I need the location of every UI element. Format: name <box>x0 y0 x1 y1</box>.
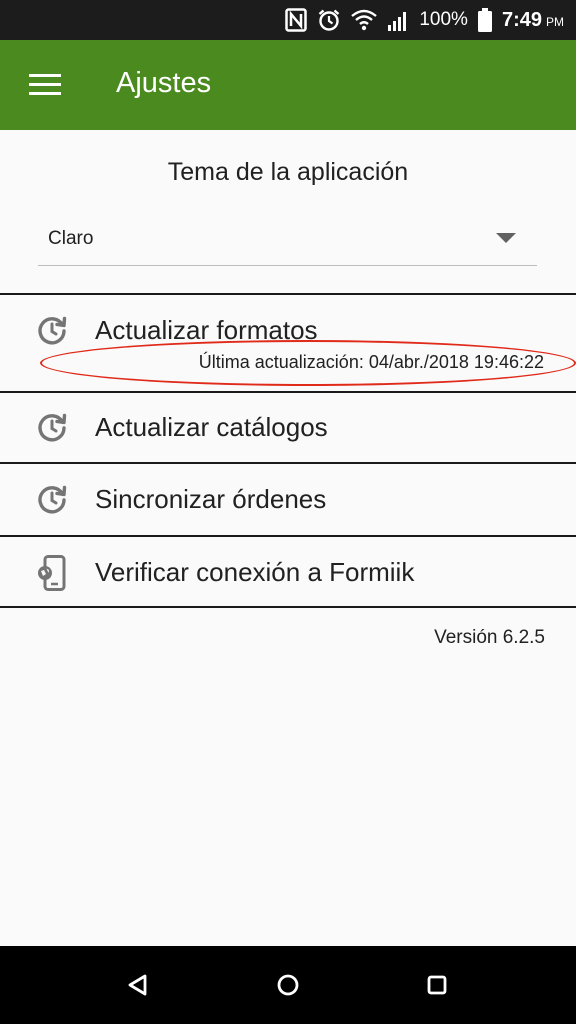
dropdown-arrow-icon <box>496 233 516 243</box>
page-title: Ajustes <box>116 67 212 99</box>
settings-item-sync-orders[interactable]: Sincronizar órdenes <box>0 464 576 535</box>
update-history-icon <box>36 315 68 347</box>
clock: 7:49 PM <box>502 9 564 32</box>
theme-section-title: Tema de la aplicación <box>167 158 409 186</box>
clock-time: 7:49 <box>501 8 542 31</box>
nfc-icon <box>285 8 308 32</box>
battery-percent: 100% <box>419 9 468 30</box>
home-icon[interactable] <box>271 968 305 1002</box>
settings-item-verify-connection[interactable]: Verificar conexión a Formiik <box>0 537 576 606</box>
last-update-timestamp: Última actualización: 04/abr./2018 19:46… <box>198 352 544 372</box>
settings-item-update-formats[interactable]: Actualizar formatos Última actualización… <box>0 295 576 391</box>
theme-dropdown[interactable]: Claro <box>38 214 537 266</box>
settings-item-update-catalogs[interactable]: Actualizar catálogos <box>0 393 576 462</box>
settings-item-label: Actualizar catálogos <box>95 412 328 442</box>
divider <box>0 606 576 608</box>
alarm-icon <box>317 8 341 32</box>
wifi-icon <box>351 8 378 32</box>
signal-icon <box>387 8 409 32</box>
theme-selected-value: Claro <box>48 228 94 249</box>
app-version: Versión 6.2.5 <box>434 627 545 648</box>
recents-icon[interactable] <box>420 968 454 1002</box>
status-bar: 100% 7:49 PM <box>0 0 576 40</box>
phone-connection-icon <box>36 555 68 591</box>
settings-item-label: Actualizar formatos <box>95 315 318 345</box>
status-icons: 100% 7:49 PM <box>285 0 564 40</box>
settings-item-label: Sincronizar órdenes <box>95 484 327 514</box>
battery-icon <box>477 8 492 32</box>
app-bar: Ajustes <box>0 40 576 130</box>
update-history-icon <box>36 484 68 516</box>
back-icon[interactable] <box>121 968 155 1002</box>
clock-ampm: PM <box>546 14 564 29</box>
settings-item-label: Verificar conexión a Formiik <box>95 557 415 587</box>
navigation-bar <box>0 946 576 1024</box>
update-history-icon <box>36 412 68 444</box>
hamburger-menu-icon[interactable] <box>29 74 61 96</box>
